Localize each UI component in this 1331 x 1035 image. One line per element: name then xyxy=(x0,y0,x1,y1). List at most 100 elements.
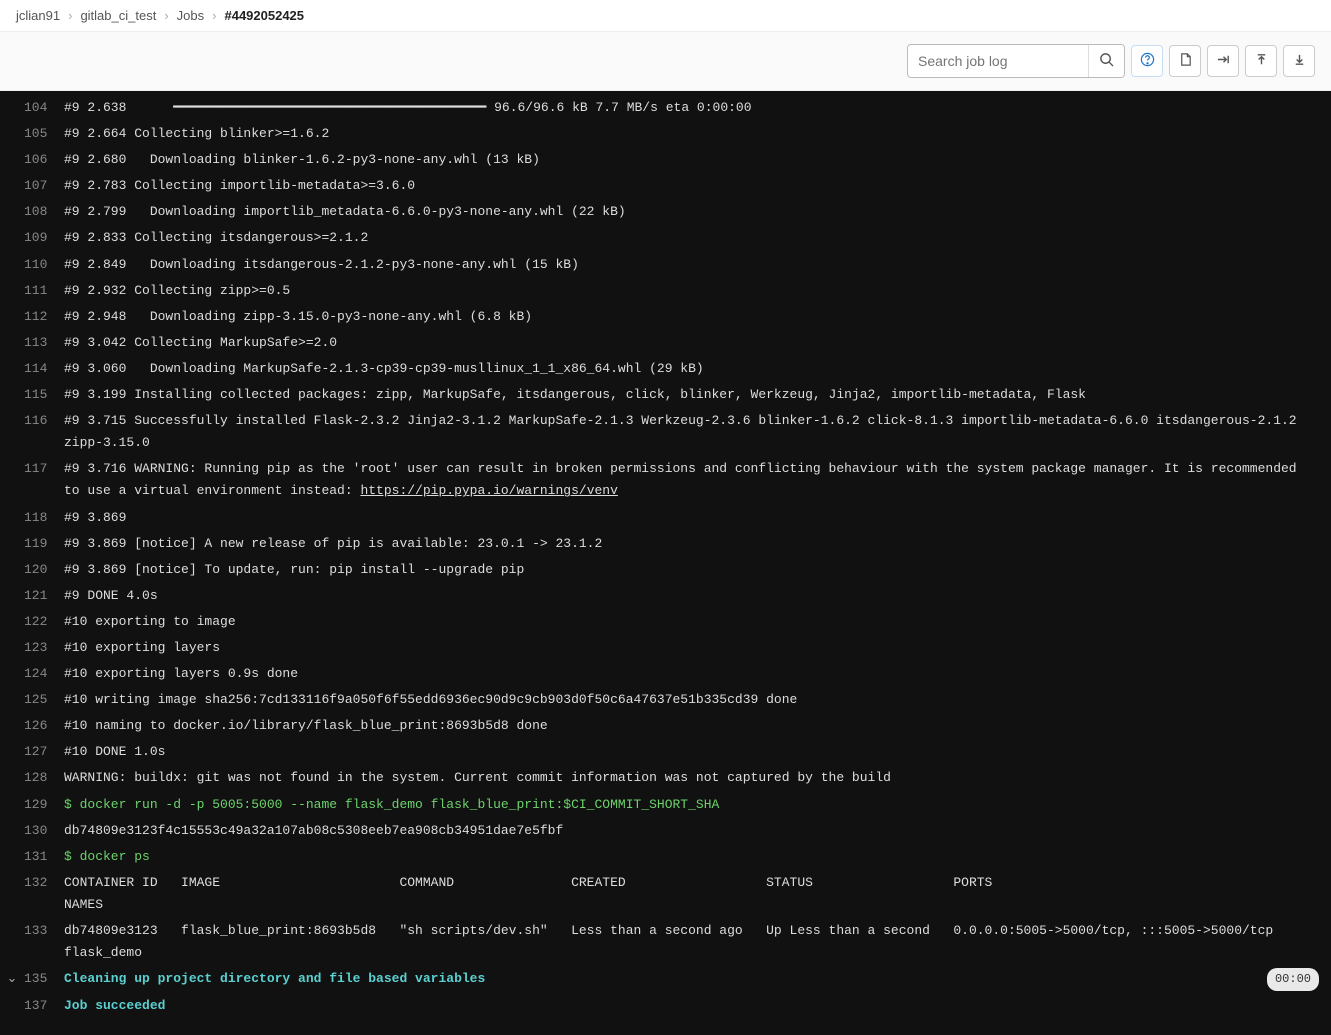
scroll-top-button[interactable] xyxy=(1245,45,1277,77)
log-line: 133db74809e3123 flask_blue_print:8693b5d… xyxy=(0,918,1331,966)
log-line-text: $ docker run -d -p 5005:5000 --name flas… xyxy=(64,794,1319,816)
log-line-number[interactable]: 119 xyxy=(24,533,64,555)
log-line-number[interactable]: 120 xyxy=(24,559,64,581)
log-line-text: #9 3.199 Installing collected packages: … xyxy=(64,384,1319,406)
log-line-text: #9 3.060 Downloading MarkupSafe-2.1.3-cp… xyxy=(64,358,1319,380)
log-line-number[interactable]: 116 xyxy=(24,410,64,432)
scroll-bottom-button[interactable] xyxy=(1283,45,1315,77)
document-icon xyxy=(1178,52,1193,70)
job-log[interactable]: 104#9 2.638 ━━━━━━━━━━━━━━━━━━━━━━━━━━━━… xyxy=(0,91,1331,1035)
log-line-text: Cleaning up project directory and file b… xyxy=(64,968,1267,990)
log-line-number[interactable]: 110 xyxy=(24,254,64,276)
log-line-number[interactable]: 114 xyxy=(24,358,64,380)
question-circle-icon xyxy=(1140,52,1155,70)
log-line: 113#9 3.042 Collecting MarkupSafe>=2.0 xyxy=(0,330,1331,356)
log-line-number[interactable]: 129 xyxy=(24,794,64,816)
log-line-number[interactable]: 111 xyxy=(24,280,64,302)
log-line: 122#10 exporting to image xyxy=(0,609,1331,635)
log-line: 104#9 2.638 ━━━━━━━━━━━━━━━━━━━━━━━━━━━━… xyxy=(0,95,1331,121)
log-line: 115#9 3.199 Installing collected package… xyxy=(0,382,1331,408)
log-line-text: #9 2.849 Downloading itsdangerous-2.1.2-… xyxy=(64,254,1319,276)
log-line: 108#9 2.799 Downloading importlib_metada… xyxy=(0,199,1331,225)
log-line-number[interactable]: 107 xyxy=(24,175,64,197)
log-line-number[interactable]: 113 xyxy=(24,332,64,354)
log-line: 119#9 3.869 [notice] A new release of pi… xyxy=(0,531,1331,557)
log-line-number[interactable]: 115 xyxy=(24,384,64,406)
arrow-down-bar-icon xyxy=(1292,52,1307,70)
log-line-number[interactable]: 132 xyxy=(24,872,64,894)
log-line-text: #9 3.715 Successfully installed Flask-2.… xyxy=(64,410,1319,454)
log-line-number[interactable]: 126 xyxy=(24,715,64,737)
log-line-text: #10 DONE 1.0s xyxy=(64,741,1319,763)
log-line-number[interactable]: 131 xyxy=(24,846,64,868)
raw-log-button[interactable] xyxy=(1169,45,1201,77)
log-line-number[interactable]: 105 xyxy=(24,123,64,145)
log-line: 131$ docker ps xyxy=(0,844,1331,870)
log-link[interactable]: https://pip.pypa.io/warnings/venv xyxy=(360,483,617,498)
log-line: 125#10 writing image sha256:7cd133116f9a… xyxy=(0,687,1331,713)
chevron-right-icon: › xyxy=(212,8,216,23)
log-toolbar xyxy=(0,32,1331,91)
log-line-number[interactable]: 109 xyxy=(24,227,64,249)
breadcrumb-user[interactable]: jclian91 xyxy=(16,8,60,23)
log-line-number[interactable]: 108 xyxy=(24,201,64,223)
log-line-number[interactable]: 130 xyxy=(24,820,64,842)
search-input[interactable] xyxy=(908,46,1088,76)
breadcrumb-project[interactable]: gitlab_ci_test xyxy=(80,8,156,23)
log-line: 109#9 2.833 Collecting itsdangerous>=2.1… xyxy=(0,225,1331,251)
breadcrumb: jclian91 › gitlab_ci_test › Jobs › #4492… xyxy=(0,0,1331,32)
log-line-text: #10 exporting layers xyxy=(64,637,1319,659)
log-line: 107#9 2.783 Collecting importlib-metadat… xyxy=(0,173,1331,199)
log-line: 112#9 2.948 Downloading zipp-3.15.0-py3-… xyxy=(0,304,1331,330)
log-line-number[interactable]: 128 xyxy=(24,767,64,789)
help-button[interactable] xyxy=(1131,45,1163,77)
chevron-right-icon: › xyxy=(164,8,168,23)
log-line-text: #9 3.869 xyxy=(64,507,1319,529)
collapse-caret-icon[interactable]: ⌄ xyxy=(0,968,24,990)
log-line: 127#10 DONE 1.0s xyxy=(0,739,1331,765)
log-line-number[interactable]: 122 xyxy=(24,611,64,633)
log-line: 120#9 3.869 [notice] To update, run: pip… xyxy=(0,557,1331,583)
log-line: 111#9 2.932 Collecting zipp>=0.5 xyxy=(0,278,1331,304)
log-line-number[interactable]: 124 xyxy=(24,663,64,685)
log-line: 128WARNING: buildx: git was not found in… xyxy=(0,765,1331,791)
log-line-text: #9 2.638 ━━━━━━━━━━━━━━━━━━━━━━━━━━━━━━━… xyxy=(64,97,1319,119)
log-line: 106#9 2.680 Downloading blinker-1.6.2-py… xyxy=(0,147,1331,173)
chevron-right-icon: › xyxy=(68,8,72,23)
arrow-up-bar-icon xyxy=(1254,52,1269,70)
log-line-number[interactable]: 137 xyxy=(24,995,64,1017)
log-line-text: #9 DONE 4.0s xyxy=(64,585,1319,607)
log-line-number[interactable]: 123 xyxy=(24,637,64,659)
log-line-text: #9 3.869 [notice] A new release of pip i… xyxy=(64,533,1319,555)
log-line-text: #10 exporting to image xyxy=(64,611,1319,633)
log-line-number[interactable]: 127 xyxy=(24,741,64,763)
log-line: 114#9 3.060 Downloading MarkupSafe-2.1.3… xyxy=(0,356,1331,382)
log-line-text: #9 2.948 Downloading zipp-3.15.0-py3-non… xyxy=(64,306,1319,328)
log-line-text: db74809e3123 flask_blue_print:8693b5d8 "… xyxy=(64,920,1319,964)
scroll-end-button[interactable] xyxy=(1207,45,1239,77)
section-duration-badge: 00:00 xyxy=(1267,968,1319,990)
log-line: 118#9 3.869 xyxy=(0,505,1331,531)
log-line-text: $ docker ps xyxy=(64,846,1319,868)
log-line: 110#9 2.849 Downloading itsdangerous-2.1… xyxy=(0,252,1331,278)
log-line-text: #9 2.783 Collecting importlib-metadata>=… xyxy=(64,175,1319,197)
log-line-text: #9 3.042 Collecting MarkupSafe>=2.0 xyxy=(64,332,1319,354)
log-line-number[interactable]: 121 xyxy=(24,585,64,607)
log-line-number[interactable]: 112 xyxy=(24,306,64,328)
log-line-text: Job succeeded xyxy=(64,995,1319,1017)
log-line-number[interactable]: 135 xyxy=(24,968,64,990)
log-line-number[interactable]: 118 xyxy=(24,507,64,529)
breadcrumb-jobs[interactable]: Jobs xyxy=(177,8,204,23)
log-line-number[interactable]: 104 xyxy=(24,97,64,119)
log-line-number[interactable]: 106 xyxy=(24,149,64,171)
log-line-number[interactable]: 117 xyxy=(24,458,64,480)
search-button[interactable] xyxy=(1088,45,1124,77)
log-line: 117#9 3.716 WARNING: Running pip as the … xyxy=(0,456,1331,504)
log-line: 130db74809e3123f4c15553c49a32a107ab08c53… xyxy=(0,818,1331,844)
log-line: 132CONTAINER ID IMAGE COMMAND CREATED ST… xyxy=(0,870,1331,918)
log-line-number[interactable]: 125 xyxy=(24,689,64,711)
log-line-text: #9 2.833 Collecting itsdangerous>=2.1.2 xyxy=(64,227,1319,249)
log-line-text: db74809e3123f4c15553c49a32a107ab08c5308e… xyxy=(64,820,1319,842)
log-line: 105#9 2.664 Collecting blinker>=1.6.2 xyxy=(0,121,1331,147)
log-line-number[interactable]: 133 xyxy=(24,920,64,942)
